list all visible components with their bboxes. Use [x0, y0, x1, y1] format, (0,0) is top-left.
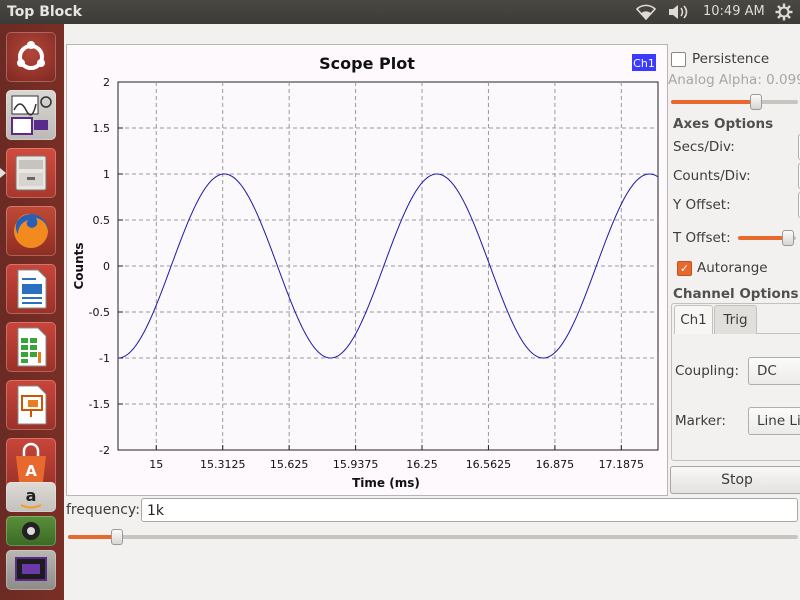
plot-title: Scope Plot — [319, 54, 415, 73]
frequency-slider-fill — [68, 535, 116, 539]
y-tick-label: -2 — [99, 444, 110, 457]
controls-panel: Persistence Analog Alpha: 0.099 Axes Opt… — [668, 44, 800, 494]
libreoffice-writer-icon[interactable] — [6, 264, 56, 314]
analog-alpha-slider-fill — [671, 100, 754, 104]
tab-bar-divider — [756, 333, 800, 334]
coupling-select[interactable]: DC — [748, 357, 800, 385]
x-tick-label: 15.625 — [270, 458, 309, 471]
software-center-icon[interactable]: A — [6, 438, 56, 488]
stop-button[interactable]: Stop — [670, 466, 800, 494]
window-title: Top Block — [7, 4, 82, 20]
marker-label: Marker: — [675, 413, 726, 429]
x-axis-label: Time (ms) — [352, 476, 420, 490]
svg-text:A: A — [25, 462, 37, 480]
frequency-slider[interactable] — [68, 535, 798, 539]
x-tick-label: 15.3125 — [200, 458, 246, 471]
scope-plot-panel[interactable]: Scope Plot Ch1 15 15.3125 15.625 15.9375 16.… — [66, 44, 668, 496]
amazon-icon[interactable]: a — [6, 482, 56, 512]
x-tick-label: 16.875 — [536, 458, 575, 471]
tab-trig[interactable]: Trig — [714, 305, 757, 334]
analog-alpha-slider[interactable] — [671, 100, 798, 104]
coupling-label: Coupling: — [675, 363, 739, 379]
y-tick-label: -0.5 — [89, 306, 110, 319]
y-tick-label: 1 — [103, 168, 110, 181]
y-axis-label: Counts — [72, 242, 86, 289]
gnuradio-companion-icon[interactable] — [6, 90, 56, 140]
autorange-checkbox[interactable]: ✓ — [677, 261, 692, 276]
counts-div-label: Counts/Div: — [673, 168, 751, 184]
frequency-label: frequency: — [66, 502, 140, 518]
channel-badge: Ch1 — [633, 57, 655, 70]
x-tick-label: 15.9375 — [333, 458, 379, 471]
frequency-input[interactable]: 1k — [141, 498, 798, 522]
svg-text:a: a — [26, 486, 37, 505]
channel-options-heading: Channel Options — [673, 286, 799, 302]
t-offset-slider-knob[interactable] — [782, 230, 794, 246]
y-tick-label: 0 — [103, 260, 110, 273]
files-icon[interactable] — [6, 148, 56, 198]
running-indicator — [0, 168, 6, 178]
t-offset-slider-fill — [738, 236, 788, 240]
axes-options-heading: Axes Options — [673, 116, 774, 132]
frequency-slider-knob[interactable] — [111, 529, 123, 545]
gear-icon[interactable] — [775, 3, 793, 21]
clock[interactable]: 10:49 AM — [703, 4, 765, 22]
t-offset-label: T Offset: — [673, 230, 731, 246]
x-tick-label: 17.1875 — [599, 458, 645, 471]
autorange-label[interactable]: Autorange — [697, 260, 768, 276]
analog-alpha-label: Analog Alpha: 0.099 — [668, 72, 800, 88]
y-offset-label: Y Offset: — [673, 197, 731, 213]
ubuntu-dash-icon[interactable] — [6, 32, 56, 82]
y-tick-label: -1.5 — [89, 398, 110, 411]
workspace-switcher-icon[interactable] — [6, 516, 56, 546]
top-panel: Top Block 10:49 AM — [0, 0, 800, 24]
tab-ch1[interactable]: Ch1 — [674, 305, 713, 334]
scope-plot[interactable]: Scope Plot Ch1 15 15.3125 15.625 15.9375 16.… — [67, 45, 667, 495]
wifi-icon[interactable] — [635, 4, 657, 22]
y-tick-label: 1.5 — [93, 122, 111, 135]
y-tick-label: -1 — [99, 352, 110, 365]
trash-icon[interactable] — [6, 550, 56, 590]
launcher: A a — [0, 24, 64, 600]
y-tick-label: 2 — [103, 76, 110, 89]
libreoffice-impress-icon[interactable] — [6, 380, 56, 430]
y-tick-label: 0.5 — [93, 214, 111, 227]
x-tick-label: 16.25 — [406, 458, 438, 471]
libreoffice-calc-icon[interactable] — [6, 322, 56, 372]
firefox-icon[interactable] — [6, 206, 56, 256]
x-tick-label: 16.5625 — [466, 458, 512, 471]
persistence-checkbox[interactable] — [671, 52, 686, 67]
volume-icon[interactable] — [668, 4, 690, 22]
secs-div-label: Secs/Div: — [673, 139, 735, 155]
marker-select[interactable]: Line Li — [748, 407, 800, 435]
persistence-label[interactable]: Persistence — [692, 51, 769, 67]
analog-alpha-slider-knob[interactable] — [750, 94, 762, 110]
x-tick-label: 15 — [149, 458, 163, 471]
